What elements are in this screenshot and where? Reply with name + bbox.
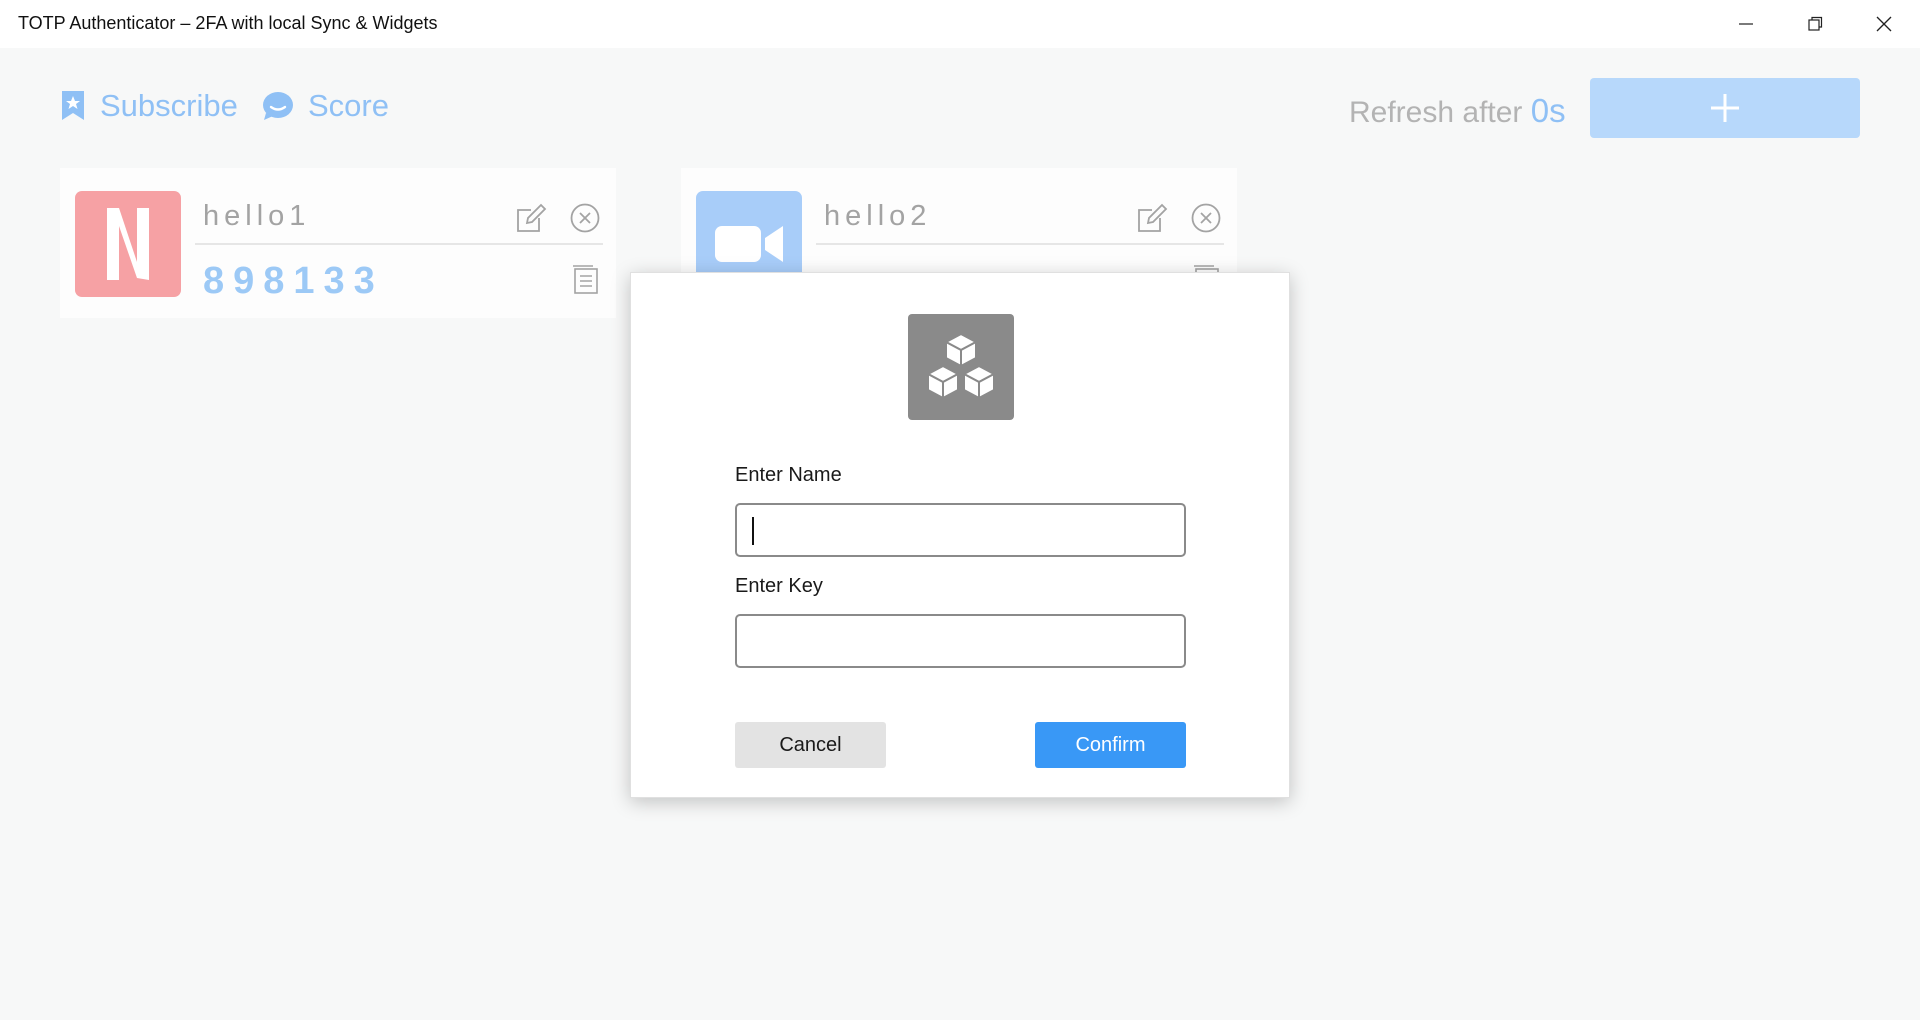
card-divider	[816, 243, 1224, 245]
refresh-value: 0s	[1530, 92, 1566, 129]
bookmark-star-icon	[62, 91, 84, 120]
chat-bubble-icon	[263, 92, 293, 120]
close-circle-icon	[570, 203, 600, 233]
name-input[interactable]	[735, 503, 1186, 557]
copy-button[interactable]	[568, 262, 602, 296]
refresh-countdown: Refresh after 0s	[1349, 92, 1566, 130]
name-label: Enter Name	[735, 464, 842, 486]
score-link[interactable]: Score	[262, 88, 389, 124]
plus-icon	[1711, 94, 1739, 122]
restore-button[interactable]	[1781, 0, 1849, 48]
cancel-button[interactable]: Cancel	[735, 722, 886, 768]
edit-icon	[517, 203, 547, 232]
edit-button[interactable]	[1135, 201, 1169, 235]
restore-icon	[1808, 16, 1823, 31]
minimize-button[interactable]	[1712, 0, 1780, 48]
title-bar: TOTP Authenticator – 2FA with local Sync…	[0, 0, 1920, 48]
score-label: Score	[308, 88, 389, 123]
add-account-button[interactable]	[1590, 78, 1860, 138]
close-icon	[1876, 16, 1892, 32]
delete-button[interactable]	[568, 201, 602, 235]
netflix-logo-icon	[75, 191, 181, 297]
close-window-button[interactable]	[1850, 0, 1918, 48]
totp-code: 898133	[203, 260, 384, 302]
account-name: hello1	[203, 200, 311, 232]
account-card[interactable]: hello1 898133	[60, 168, 616, 318]
delete-button[interactable]	[1189, 201, 1223, 235]
minimize-icon	[1739, 23, 1753, 25]
key-input[interactable]	[735, 614, 1186, 668]
subscribe-link[interactable]: Subscribe	[60, 88, 238, 124]
cubes-icon	[908, 314, 1014, 420]
subscribe-label: Subscribe	[100, 88, 238, 123]
key-label: Enter Key	[735, 575, 823, 597]
add-account-dialog: Enter Name Enter Key Cancel Confirm	[630, 272, 1290, 798]
refresh-label: Refresh after	[1349, 96, 1531, 129]
card-divider	[195, 243, 603, 245]
close-circle-icon	[1191, 203, 1221, 233]
edit-button[interactable]	[514, 201, 548, 235]
account-name: hello2	[824, 200, 932, 232]
text-caret	[752, 517, 754, 545]
confirm-button[interactable]: Confirm	[1035, 722, 1186, 768]
copy-icon	[573, 265, 598, 294]
window-title: TOTP Authenticator – 2FA with local Sync…	[18, 13, 438, 33]
edit-icon	[1138, 203, 1168, 232]
